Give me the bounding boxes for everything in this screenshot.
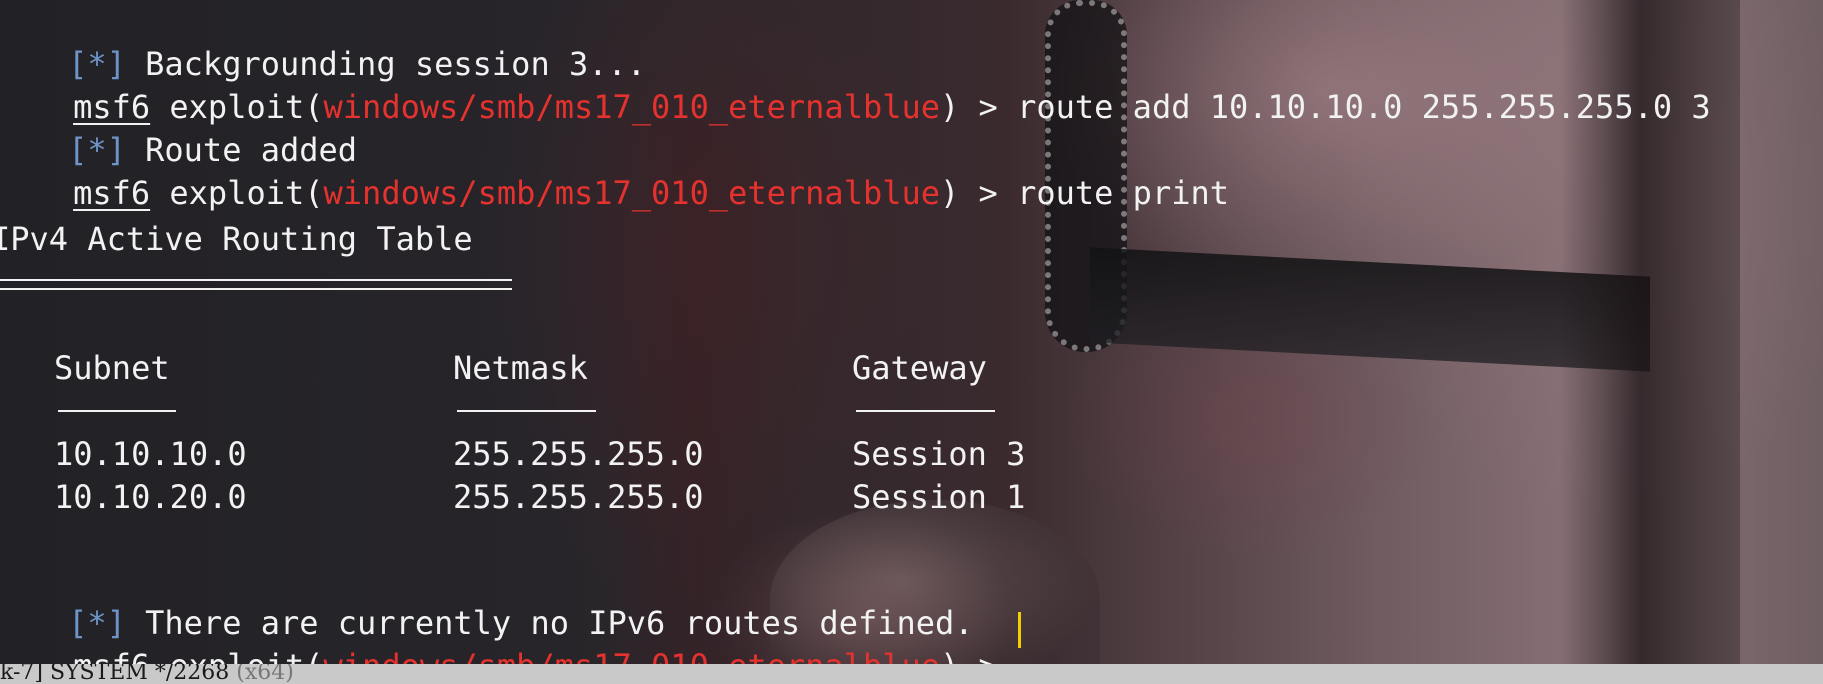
title-double-underline <box>0 279 512 290</box>
table-cell-gateway: Session 1 <box>852 478 1026 516</box>
status-bar: k-7] SYSTEM */2268 (x64) <box>0 664 1823 684</box>
prompt-prefix: msf6 <box>73 174 151 212</box>
prompt-exploit-close: ) > <box>940 174 1018 212</box>
header-underline-gateway <box>856 410 995 412</box>
table-cell-subnet: 10.10.20.0 <box>54 478 247 516</box>
prompt-prefix: msf6 <box>73 647 150 664</box>
module-name: windows/smb/ms17_010_eternalblue <box>323 174 941 212</box>
routing-table-title: IPv4 Active Routing Table <box>0 220 473 258</box>
module-name: windows/smb/ms17_010_eternalblue <box>324 647 941 664</box>
prompt-exploit-open: exploit( <box>150 174 324 212</box>
column-header-netmask: Netmask <box>453 349 588 387</box>
header-underline-subnet <box>58 410 176 412</box>
info-line-backgrounding: [*] Backgrounding session 3... <box>0 4 646 83</box>
column-header-gateway: Gateway <box>852 349 987 387</box>
table-cell-subnet: 10.10.10.0 <box>54 435 247 473</box>
command-text: route add 10.10.10.0 255.255.255.0 3 <box>1017 88 1711 126</box>
prompt-exploit-close: ) > <box>940 88 1018 126</box>
table-cell-netmask: 255.255.255.0 <box>453 435 704 473</box>
header-underline-netmask <box>457 410 596 412</box>
table-cell-netmask: 255.255.255.0 <box>453 478 704 516</box>
text-cursor <box>1018 612 1021 648</box>
prompt-line-route-print: msf6 exploit(windows/smb/ms17_010_eterna… <box>0 133 1229 212</box>
prompt-exploit-close: ) > <box>940 647 1017 664</box>
status-arch-text: (x64) <box>229 664 294 684</box>
status-session-text: k-7] SYSTEM */2268 <box>0 664 230 684</box>
terminal-window[interactable]: [*] Backgrounding session 3... msf6 expl… <box>0 0 1823 664</box>
prompt-line-route-add: msf6 exploit(windows/smb/ms17_010_eterna… <box>0 47 1711 126</box>
module-name: windows/smb/ms17_010_eternalblue <box>323 88 941 126</box>
info-line-route-added: [*] Route added <box>0 90 357 169</box>
prompt-exploit-open: exploit( <box>150 647 323 664</box>
info-line-no-ipv6: [*] There are currently no IPv6 routes d… <box>0 563 973 642</box>
table-cell-gateway: Session 3 <box>852 435 1026 473</box>
column-header-subnet: Subnet <box>54 349 170 387</box>
background-choker <box>1090 247 1650 372</box>
command-text: route print <box>1017 174 1229 212</box>
prompt-line-current[interactable]: msf6 exploit(windows/smb/ms17_010_eterna… <box>0 606 1017 664</box>
